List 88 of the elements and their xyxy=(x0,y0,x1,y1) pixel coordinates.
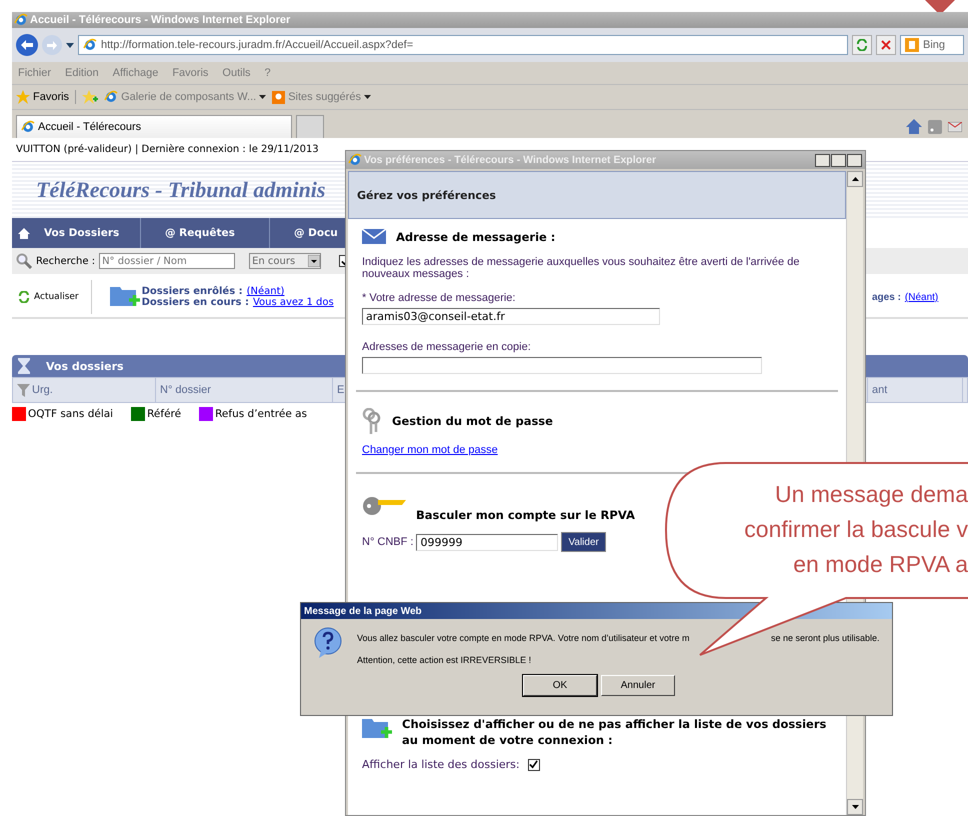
legend-label: OQTF sans délai xyxy=(28,408,114,420)
enrolled-link[interactable]: (Néant) xyxy=(246,286,284,297)
section-title: Choisissez d'afficher ou de ne pas afficher la liste de vos dossiers au moment de votre connexion : xyxy=(402,716,828,748)
maximize-button[interactable] xyxy=(831,154,846,166)
check-icon xyxy=(529,760,538,769)
search-label: Recherche : xyxy=(36,256,96,266)
validate-button[interactable]: Valider xyxy=(561,532,606,552)
search-icon xyxy=(16,253,32,269)
refresh-icon xyxy=(856,39,868,51)
copy-email-field[interactable] xyxy=(362,357,762,374)
field-label: * Votre adresse de messagerie: xyxy=(362,292,516,304)
search-engine-icon xyxy=(905,38,919,52)
filter-icon xyxy=(17,384,30,396)
legend-label: Référé xyxy=(147,408,182,420)
enrolled-label: Dossiers enrôlés : xyxy=(142,286,243,297)
search-input[interactable]: N° dossier / Nom xyxy=(99,253,236,269)
mail-icon[interactable] xyxy=(948,122,962,132)
caret-icon xyxy=(852,805,858,809)
messages-link[interactable]: (Néant) xyxy=(904,292,938,303)
caret-icon xyxy=(259,95,266,99)
popup-heading: Gérez vos préférences xyxy=(357,188,496,202)
dialog-message: se ne seront plus utilisable. xyxy=(771,633,880,643)
dialog-button[interactable]: Annuler xyxy=(601,675,675,696)
dialog-warning: Attention, cette action est IRREVERSIBLE ! xyxy=(357,655,532,665)
user-info-text: VUITTON (pré-valideur) | Dernière connexion : le 29/11/2013 xyxy=(16,144,319,155)
caret-icon xyxy=(364,95,371,99)
close-icon xyxy=(881,40,891,50)
email-field[interactable]: aramis03@conseil-etat.fr xyxy=(362,308,660,325)
arrow-right-icon xyxy=(47,40,57,50)
keys-icon xyxy=(362,408,382,434)
home-icon[interactable] xyxy=(906,119,922,134)
section-title: Basculer mon compte sur le RPVA xyxy=(416,508,635,522)
in-progress-label: Dossiers en cours : xyxy=(142,297,249,308)
browser-logo-icon xyxy=(14,13,28,27)
window-title: Accueil - Télérecours - Windows Internet Explorer xyxy=(30,14,290,26)
scroll-up-button[interactable] xyxy=(847,171,863,187)
field-label: Afficher la liste des dossiers: xyxy=(362,758,520,771)
envelope-icon xyxy=(362,229,386,244)
dialog-message: Vous allez basculer votre compte en mode RPVA. Votre nom d’utilisateur et votre m xyxy=(357,633,690,643)
feed-icon[interactable] xyxy=(928,120,942,134)
dialog-button[interactable]: OK xyxy=(523,675,597,696)
messages-label: ages : xyxy=(872,292,901,303)
legend-label: Refus d’entrée as xyxy=(215,408,308,420)
site-banner-title: TéléRecours - Tribunal adminis xyxy=(36,177,326,203)
cnbf-field[interactable]: 099999 xyxy=(416,534,558,550)
callout-text: confirmer la bascule v xyxy=(744,515,968,544)
question-icon xyxy=(313,627,343,659)
star-icon xyxy=(16,90,30,104)
page-icon xyxy=(104,90,118,104)
minimize-button[interactable] xyxy=(815,154,830,166)
field-label: Adresses de messagerie en copie: xyxy=(362,341,532,353)
refresh-link[interactable]: Actualiser xyxy=(34,292,79,302)
home-icon xyxy=(18,228,30,238)
column-header[interactable]: N° dossier xyxy=(156,378,333,402)
page-icon xyxy=(21,120,35,134)
favorites-button[interactable]: Favoris xyxy=(16,90,76,104)
panel-title: Vos dossiers xyxy=(46,360,124,372)
search-field[interactable]: Bing xyxy=(900,35,964,55)
refresh-icon xyxy=(18,291,30,303)
address-field[interactable]: http://formation.tele-recours.juradm.fr/Accueil/Accueil.aspx?def= xyxy=(78,35,848,55)
hourglass-icon xyxy=(18,358,30,374)
stop-button[interactable] xyxy=(876,35,896,55)
show-list-checkbox[interactable] xyxy=(528,758,540,770)
caret-icon xyxy=(308,255,320,267)
section-title: Gestion du mot de passe xyxy=(392,414,553,428)
browser-tab[interactable]: Accueil - Télérecours xyxy=(16,115,292,138)
field-label: N° CNBF : xyxy=(362,536,414,548)
section-title: Adresse de messagerie : xyxy=(396,230,556,244)
in-progress-link[interactable]: Vous avez 1 dos xyxy=(252,297,334,308)
callout-text: Un message dema xyxy=(774,480,968,509)
browser-logo-icon xyxy=(348,153,362,167)
pointer-marker xyxy=(925,0,955,15)
dialog-title: Message de la page Web xyxy=(304,606,422,616)
change-password-link[interactable]: Changer mon mot de passe xyxy=(362,444,498,456)
popup-title: Vos préférences - Télérecours - Windows Internet Explorer xyxy=(364,154,656,166)
column-header[interactable]: ant xyxy=(868,378,963,402)
column-header[interactable]: Urg. xyxy=(13,378,156,402)
refresh-button[interactable] xyxy=(852,35,872,55)
close-button[interactable] xyxy=(847,154,862,166)
callout-text: en mode RPVA a xyxy=(793,550,968,579)
status-dropdown[interactable]: En cours xyxy=(249,253,322,269)
caret-icon xyxy=(852,177,858,181)
back-button[interactable] xyxy=(16,34,38,56)
arrow-left-icon xyxy=(21,40,33,50)
section-description: Indiquez les adresses de messagerie auxquelles vous souhaitez être averti de l'arrivée de nouveaux messages : xyxy=(362,256,800,280)
scroll-down-button[interactable] xyxy=(847,799,863,815)
page-icon xyxy=(83,38,97,52)
dropdown-icon[interactable] xyxy=(66,42,74,48)
